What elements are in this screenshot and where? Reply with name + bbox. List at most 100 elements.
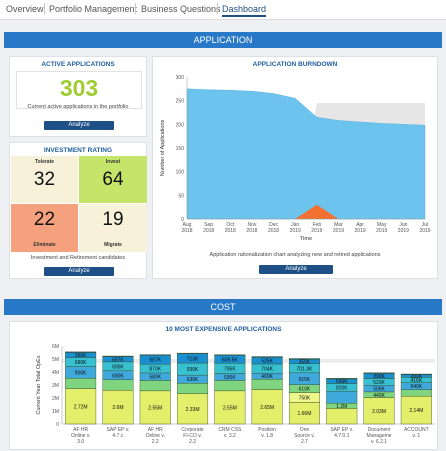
cost-x-tick-label: v. 6.2.1: [371, 439, 387, 445]
tab-business-questions[interactable]: Business Questions: [141, 4, 221, 14]
burndown-x-tick-label: 2019: [398, 228, 409, 234]
investment-rating-title: INVESTMENT RATING: [43, 147, 113, 154]
burndown-caption: Application rationalization chart analyz…: [209, 252, 381, 258]
cost-bar-segment: [326, 391, 358, 404]
cost-data-label: 506K: [373, 387, 385, 393]
cost-data-label: 440K: [373, 393, 385, 399]
cost-data-label: 2.33M: [186, 407, 200, 413]
cost-data-label: 1.66M: [297, 411, 311, 417]
cost-data-label: 915K: [299, 377, 311, 383]
cost-data-label: 2.72M: [74, 404, 88, 410]
cost-bar-segment: [400, 373, 432, 375]
cost-data-label: 596K: [336, 379, 348, 385]
burndown-y-tick-label: 300: [176, 75, 185, 81]
cost-bar-segment: [102, 355, 134, 357]
burndown-y-tick-label: 150: [176, 146, 185, 152]
burndown-y-axis-label: Number of Applications: [160, 119, 166, 176]
burndown-analyze-button[interactable]: Analyze: [259, 265, 333, 274]
cost-data-label: 930K: [187, 367, 199, 373]
cost-data-label: 750K: [299, 396, 311, 402]
burndown-x-tick-label: 2018: [181, 228, 192, 234]
burndown-y-tick-label: 250: [176, 99, 185, 105]
application-section-header: APPLICATION: [4, 32, 442, 48]
cost-data-label: 2.03M: [372, 409, 386, 415]
cost-data-label: 540K: [411, 384, 423, 390]
cost-y-axis-label: Current Year Total OpEx: [36, 355, 42, 414]
cost-data-label: 701.3K: [297, 366, 314, 372]
active-apps-analyze-button[interactable]: Analyze: [44, 121, 114, 130]
cost-data-label: 920K: [336, 385, 348, 391]
cost-bar-segment: [326, 408, 358, 425]
cost-y-tick-label: 5M: [52, 357, 59, 363]
cost-x-tick-label: v. 1.8: [261, 433, 273, 439]
eliminate-label: Eliminate: [33, 242, 56, 248]
cost-data-label: 530K: [224, 375, 236, 381]
cost-bar-segment: [400, 389, 432, 397]
burndown-y-tick-label: 200: [176, 122, 185, 128]
cost-bar-segment: [363, 372, 395, 374]
most-expensive-title: 10 MOST EXPENSIVE APPLICATIONS: [165, 326, 282, 333]
cost-data-label: 1.2M: [336, 404, 347, 410]
active-applications-count: 303: [59, 75, 99, 101]
burndown-x-tick-label: 2019: [376, 228, 387, 234]
cost-y-tick-label: 0: [56, 422, 59, 428]
cost-data-label: 523K: [373, 380, 385, 386]
tab-dashboard[interactable]: Dashboard: [222, 4, 267, 17]
cost-data-label: 350K: [299, 359, 311, 365]
cost-data-label: 687K: [149, 358, 161, 364]
tolerate-label: Tolerate: [34, 159, 55, 165]
investment-analyze-button[interactable]: Analyze: [44, 267, 114, 276]
application-burndown-panel: APPLICATION BURNDOWN 0 50 100 150 200 250 300 A…: [152, 56, 438, 279]
cost-data-label: 713K: [187, 356, 199, 362]
cost-data-label: 360K: [75, 353, 87, 359]
tab-separator: [217, 3, 218, 14]
burndown-x-tick-label: 2018: [246, 228, 257, 234]
cost-x-tick-label: 2.2: [189, 439, 196, 445]
tab-separator: [135, 3, 136, 14]
invest-label: Invest: [105, 159, 121, 165]
tab-portfolio-management[interactable]: Portfolio Management: [49, 4, 137, 14]
eliminate-cell[interactable]: 22 Eliminate: [11, 204, 78, 252]
cost-y-tick-label: 6M: [52, 344, 59, 350]
investment-caption: Investment and Retirement candidates: [30, 255, 126, 261]
migrate-cell[interactable]: 19 Migrate: [79, 204, 147, 252]
cost-bar-segment: [102, 379, 134, 391]
tab-separator: [44, 3, 45, 14]
cost-section-header: COST: [4, 299, 442, 315]
cost-y-tick-label: 2M: [52, 396, 59, 402]
cost-data-label: 2.6M: [112, 405, 123, 411]
tab-overview[interactable]: Overview: [6, 4, 44, 14]
cost-data-label: 630K: [187, 377, 199, 383]
tolerate-cell[interactable]: Tolerate 32: [11, 156, 78, 203]
active-applications-title: ACTIVE APPLICATIONS: [41, 61, 115, 68]
cost-data-label: 2.65M: [260, 405, 274, 411]
cost-bar-segment: [251, 356, 283, 358]
cost-data-label: 690K: [112, 364, 124, 370]
migrate-label: Migrate: [104, 242, 122, 248]
cost-data-label: 2.55M: [223, 405, 237, 411]
cost-data-label: 609.5K: [222, 357, 239, 363]
tolerate-count: 32: [33, 169, 56, 190]
burndown-x-tick-label: 2019: [419, 228, 430, 234]
cost-data-label: 690K: [112, 373, 124, 379]
burndown-x-tick-label: 2019: [290, 228, 301, 234]
burndown-chart: 050100150200250300Aug2018Sep2018Oct2018N…: [160, 75, 431, 242]
burndown-title: APPLICATION BURNDOWN: [252, 61, 338, 68]
cost-bar-segment: [326, 378, 358, 380]
migrate-count: 19: [102, 209, 124, 230]
cost-bar-segment: [139, 380, 171, 392]
cost-x-tick-label: v. 1: [412, 433, 420, 439]
invest-cell[interactable]: Invest 64: [79, 156, 147, 203]
cost-data-label: 704K: [261, 367, 273, 373]
active-applications-panel: ACTIVE APPLICATIONS 303 Current active a…: [9, 56, 147, 137]
cost-data-label: 610K: [299, 387, 311, 393]
burndown-x-axis-label: Time: [300, 236, 312, 242]
burndown-x-tick-label: 2018: [203, 228, 214, 234]
invest-count: 64: [102, 169, 124, 190]
burndown-x-tick-label: 2019: [355, 228, 366, 234]
investment-rating-panel: INVESTMENT RATING Tolerate 32 Invest 64 …: [9, 142, 147, 279]
cost-data-label: 697K: [112, 357, 124, 363]
burndown-y-tick-label: 100: [176, 170, 185, 176]
active-applications-caption: Current active applications in the portf…: [27, 104, 129, 110]
cost-data-label: 795K: [224, 366, 236, 372]
